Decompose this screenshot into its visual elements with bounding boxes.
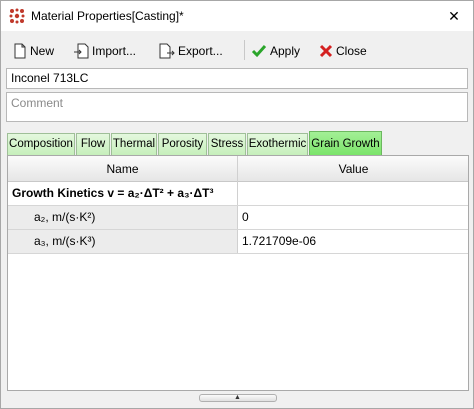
tab-flow[interactable]: Flow <box>76 133 110 155</box>
row-name: a₃, m/(s·K³) <box>8 230 238 253</box>
properties-table: Name Value Growth Kinetics v = a₂·ΔT² + … <box>7 155 469 391</box>
table-row[interactable]: a₃, m/(s·K³) 1.721709e-06 <box>8 230 468 254</box>
export-label: Export... <box>178 44 223 58</box>
material-name-input[interactable]: Inconel 713LC <box>6 68 468 89</box>
row-value[interactable]: 0 <box>239 206 468 229</box>
app-logo-icon <box>9 8 25 24</box>
comment-textarea[interactable]: Comment <box>6 92 468 122</box>
table-row[interactable]: a₂, m/(s·K²) 0 <box>8 206 468 230</box>
export-button[interactable]: Export... <box>159 40 223 62</box>
red-x-icon <box>319 44 333 58</box>
row-name: a₂, m/(s·K²) <box>8 206 238 229</box>
table-header: Name Value <box>8 156 468 182</box>
column-header-value[interactable]: Value <box>239 156 468 182</box>
apply-button[interactable]: Apply <box>251 40 300 62</box>
tab-stress[interactable]: Stress <box>208 133 246 155</box>
new-label: New <box>30 44 55 58</box>
table-row[interactable]: Growth Kinetics v = a₂·ΔT² + a₃·ΔT³ <box>8 182 468 206</box>
splitter-handle[interactable]: ▲ <box>199 394 277 402</box>
toolbar-separator <box>244 40 245 60</box>
close-label: Close <box>336 44 367 58</box>
tab-grain-growth[interactable]: Grain Growth <box>309 131 382 155</box>
close-button[interactable]: Close <box>319 40 367 62</box>
tab-exothermic[interactable]: Exothermic <box>247 133 308 155</box>
title-bar[interactable]: Material Properties[Casting]* ✕ <box>1 1 473 31</box>
import-icon <box>73 43 89 59</box>
row-value[interactable] <box>239 182 468 205</box>
export-icon <box>159 43 175 59</box>
window-close-button[interactable]: ✕ <box>443 5 465 27</box>
row-name: Growth Kinetics v = a₂·ΔT² + a₃·ΔT³ <box>8 182 238 205</box>
import-label: Import... <box>92 44 137 58</box>
tab-thermal[interactable]: Thermal <box>111 133 157 155</box>
material-properties-window: Material Properties[Casting]* ✕ New Impo… <box>0 0 474 409</box>
new-button[interactable]: New <box>13 40 54 62</box>
new-document-icon <box>13 43 27 59</box>
import-button[interactable]: Import... <box>73 40 136 62</box>
up-arrow-icon: ▲ <box>234 394 241 401</box>
apply-label: Apply <box>270 44 301 58</box>
window-title: Material Properties[Casting]* <box>31 9 184 23</box>
column-header-name[interactable]: Name <box>8 156 238 182</box>
tab-composition[interactable]: Composition <box>7 133 75 155</box>
tab-porosity[interactable]: Porosity <box>158 133 207 155</box>
checkmark-icon <box>251 43 267 59</box>
toolbar: New Import... Export... Apply Close <box>1 37 473 63</box>
row-value[interactable]: 1.721709e-06 <box>239 230 468 253</box>
